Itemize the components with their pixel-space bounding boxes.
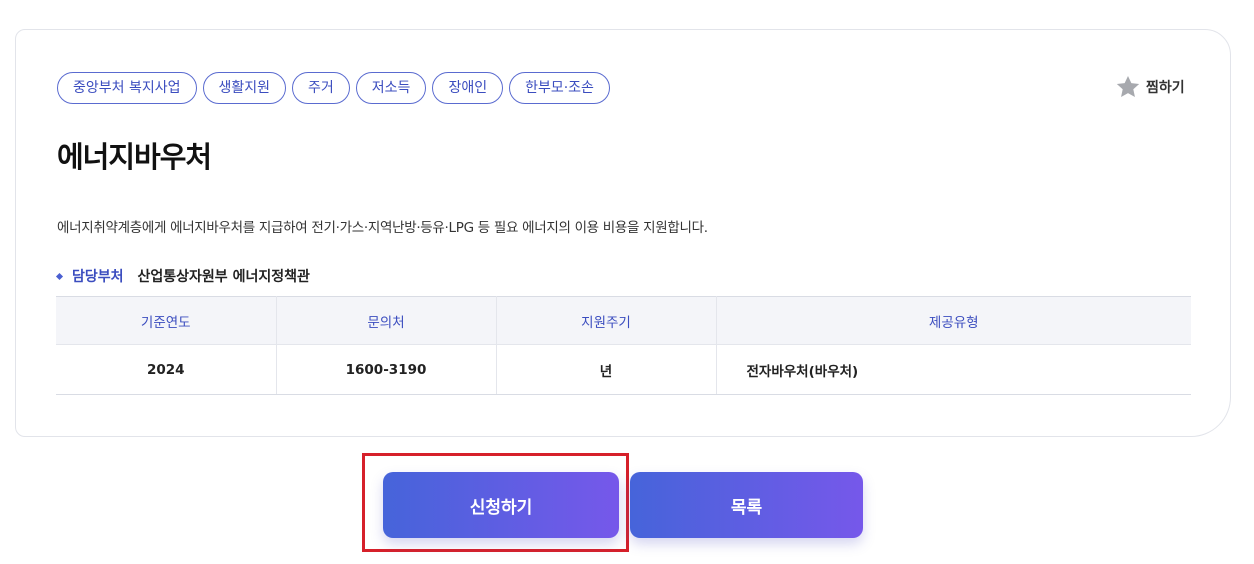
header-base-year: 기준연도 <box>56 296 277 345</box>
service-info-table: 기준연도 문의처 지원주기 제공유형 2024 1600-3190 년 전자바우… <box>56 296 1191 395</box>
tag-single-parent[interactable]: 한부모·조손 <box>509 72 610 104</box>
cell-support-cycle: 년 <box>496 344 717 395</box>
header-provision-type: 제공유형 <box>716 296 1191 345</box>
department-info: 담당부처 산업통상자원부 에너지정책관 <box>55 266 310 286</box>
service-description: 에너지취약계층에게 에너지바우처를 지급하여 전기·가스·지역난방·등유·LPG… <box>57 220 708 236</box>
service-detail-card: 중앙부처 복지사업 생활지원 주거 저소득 장애인 한부모·조손 찜하기 에너지… <box>15 29 1231 437</box>
favorite-label: 찜하기 <box>1146 80 1185 96</box>
tag-disabled[interactable]: 장애인 <box>432 72 504 104</box>
header-contact: 문의처 <box>276 296 497 345</box>
department-label: 담당부처 <box>72 269 124 285</box>
star-icon <box>1116 75 1140 97</box>
table-header-row: 기준연도 문의처 지원주기 제공유형 <box>56 296 1191 345</box>
tag-central-welfare[interactable]: 중앙부처 복지사업 <box>57 72 197 104</box>
tag-living-support[interactable]: 생활지원 <box>202 72 287 104</box>
cell-provision-type: 전자바우처(바우처) <box>716 344 1191 395</box>
list-button[interactable]: 목록 <box>630 472 863 538</box>
tag-list: 중앙부처 복지사업 생활지원 주거 저소득 장애인 한부모·조손 <box>57 72 610 104</box>
header-support-cycle: 지원주기 <box>496 296 717 345</box>
page-title: 에너지바우처 <box>57 140 212 174</box>
bullet-icon <box>55 272 64 280</box>
table-row: 2024 1600-3190 년 전자바우처(바우처) <box>56 344 1191 395</box>
favorite-button[interactable]: 찜하기 <box>1115 72 1185 102</box>
tag-housing[interactable]: 주거 <box>292 72 350 104</box>
cell-base-year: 2024 <box>56 344 277 395</box>
department-value: 산업통상자원부 에너지정책관 <box>137 269 310 285</box>
tag-low-income[interactable]: 저소득 <box>355 72 427 104</box>
cell-contact: 1600-3190 <box>276 344 497 395</box>
apply-button[interactable]: 신청하기 <box>383 472 619 538</box>
